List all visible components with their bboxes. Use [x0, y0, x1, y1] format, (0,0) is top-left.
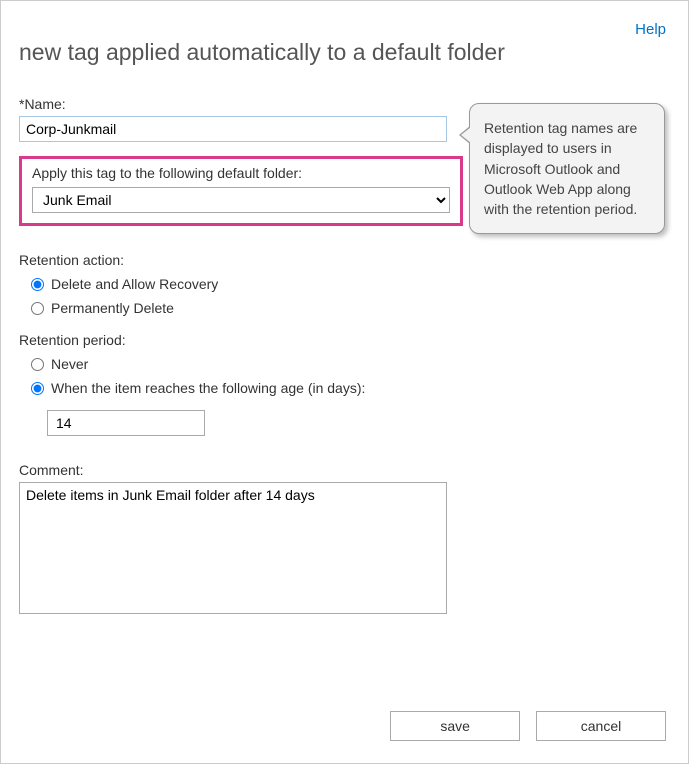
- apply-to-field-group: Apply this tag to the following default …: [19, 156, 463, 226]
- radio-never-input[interactable]: [31, 358, 44, 371]
- retention-period-radios: Never When the item reaches the followin…: [19, 352, 670, 396]
- apply-to-select[interactable]: Junk Email: [32, 187, 450, 213]
- retention-action-radios: Delete and Allow Recovery Permanently De…: [19, 272, 670, 316]
- radio-delete-recover-input[interactable]: [31, 278, 44, 291]
- save-button[interactable]: save: [390, 711, 520, 741]
- comment-textarea[interactable]: [19, 482, 447, 614]
- callout-tooltip: Retention tag names are displayed to use…: [469, 103, 665, 234]
- page-title: new tag applied automatically to a defau…: [1, 1, 688, 96]
- help-link[interactable]: Help: [635, 21, 666, 38]
- radio-delete-recover-label: Delete and Allow Recovery: [51, 276, 218, 292]
- name-input[interactable]: [19, 116, 447, 142]
- radio-perm-delete-input[interactable]: [31, 302, 44, 315]
- retention-action-group: Retention action: Delete and Allow Recov…: [19, 252, 670, 316]
- radio-age-input[interactable]: [31, 382, 44, 395]
- callout-text: Retention tag names are displayed to use…: [484, 120, 637, 217]
- comment-label: Comment:: [19, 462, 670, 478]
- radio-age-label: When the item reaches the following age …: [51, 380, 365, 396]
- radio-never-label: Never: [51, 356, 88, 372]
- apply-to-label: Apply this tag to the following default …: [32, 165, 450, 181]
- comment-field-group: Comment:: [19, 462, 670, 617]
- radio-age[interactable]: When the item reaches the following age …: [31, 380, 670, 396]
- radio-perm-delete[interactable]: Permanently Delete: [31, 300, 670, 316]
- button-bar: save cancel: [378, 711, 666, 741]
- cancel-button[interactable]: cancel: [536, 711, 666, 741]
- age-input[interactable]: [47, 410, 205, 436]
- retention-action-label: Retention action:: [19, 252, 670, 268]
- retention-period-label: Retention period:: [19, 332, 670, 348]
- radio-never[interactable]: Never: [31, 356, 670, 372]
- radio-perm-delete-label: Permanently Delete: [51, 300, 174, 316]
- retention-period-group: Retention period: Never When the item re…: [19, 332, 670, 436]
- radio-delete-recover[interactable]: Delete and Allow Recovery: [31, 276, 670, 292]
